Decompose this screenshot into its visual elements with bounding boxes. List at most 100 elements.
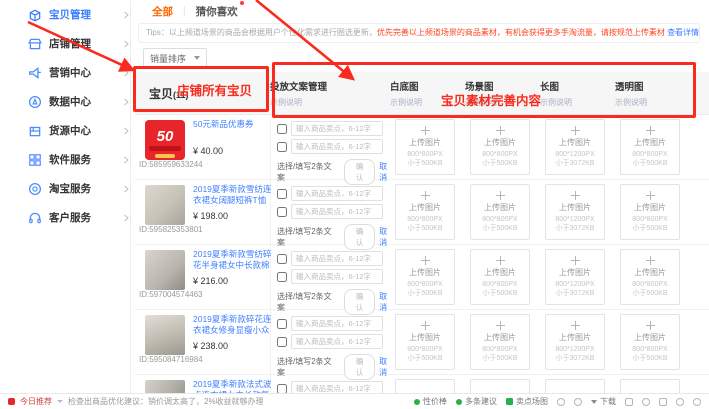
upload-long-cell[interactable]: 上传图片800*1200PX小于3072KB (545, 119, 605, 175)
upload-scene-cell[interactable]: 上传图片800*800PX小于500KB (470, 314, 530, 370)
example-link[interactable]: 示例说明 (615, 97, 647, 108)
green-dot-icon (414, 399, 420, 405)
upload-white-bg-cell[interactable]: 上传图片800*800PX小于500KB (395, 249, 455, 305)
taobao-icon (28, 182, 42, 196)
sidebar-item-data-center[interactable]: 数据中心 (28, 87, 130, 116)
product-image (145, 185, 185, 225)
panel-icon[interactable] (659, 398, 667, 406)
tips-detail-link[interactable]: 查看详情> (667, 28, 700, 37)
compass-icon (28, 95, 42, 109)
product-image (145, 250, 185, 290)
chevron-right-icon (122, 40, 130, 48)
coupon-badge: 50 (145, 120, 185, 160)
selling-point-input[interactable] (291, 204, 383, 219)
plus-icon (496, 126, 505, 135)
sidebar-item-label: 客户服务 (49, 210, 122, 225)
chevron-right-icon (122, 156, 130, 164)
upload-long-cell[interactable]: 上传图片800*1200PX小于3072KB (545, 314, 605, 370)
example-link[interactable]: 示例说明 (270, 97, 327, 108)
column-header-product: 宝贝(11) (149, 85, 189, 102)
settings-icon[interactable] (642, 398, 650, 406)
product-title-link[interactable]: 2019夏季新款碎花连衣裙女修身显瘦小众网红 (193, 314, 273, 337)
sidebar-item-customer-services[interactable]: 客户服务 (28, 203, 130, 232)
footer-promo-text: 检查出商品优化建议：销价调太高了，2%收益就够办理 (68, 396, 264, 407)
selling-point-input[interactable] (291, 121, 383, 136)
window-icon[interactable] (625, 398, 633, 406)
upload-transparent-cell[interactable]: 上传图片800*800PX小于500KB (620, 314, 680, 370)
example-link[interactable]: 示例说明 (540, 97, 572, 108)
footer-promo[interactable]: 今日推荐 检查出商品优化建议：销价调太高了，2%收益就够办理 (8, 396, 264, 407)
product-title-link[interactable]: 50元新品优惠券 (193, 119, 273, 130)
selling-point-input[interactable] (291, 334, 383, 349)
product-id: ID:597004574463 (139, 290, 203, 299)
copy-checkbox[interactable] (277, 272, 287, 282)
megaphone-icon (8, 398, 15, 405)
copy-checkbox[interactable] (277, 384, 287, 394)
notification-dot (240, 1, 244, 5)
headset-icon (28, 211, 42, 225)
sidebar-item-supply-center[interactable]: 货源中心 (28, 116, 130, 145)
upload-white-bg-cell[interactable]: 上传图片800*800PX小于500KB (395, 184, 455, 240)
column-header-white-bg-image: 白底图 示例说明 (390, 79, 422, 108)
sidebar-item-label: 营销中心 (49, 65, 122, 80)
copy-checkbox[interactable] (277, 189, 287, 199)
upload-scene-cell[interactable]: 上传图片800*800PX小于500KB (470, 119, 530, 175)
upload-scene-cell[interactable]: 上传图片800*800PX小于500KB (470, 184, 530, 240)
sidebar-item-marketing-center[interactable]: 营销中心 (28, 58, 130, 87)
copy-checkbox[interactable] (277, 254, 287, 264)
selling-point-input[interactable] (291, 139, 383, 154)
upload-white-bg-cell[interactable]: 上传图片800*800PX小于500KB (395, 119, 455, 175)
example-link[interactable]: 示例说明 (465, 97, 497, 108)
footer-item-download[interactable]: 下载 (591, 396, 616, 407)
footer-item-scene[interactable]: 卖点场图 (506, 396, 548, 407)
footer-tools: 性价棒 多条建议 卖点场图 下载 (414, 396, 701, 407)
status-icon[interactable] (693, 398, 701, 406)
table-row: 2019夏季新款雪纺连衣裙女阔腿短裤T恤中长款 ¥ 198.00 ID:5958… (135, 180, 709, 245)
refresh-icon[interactable] (676, 398, 684, 406)
copy-checkbox[interactable] (277, 207, 287, 217)
product-id: ID:585959633244 (139, 160, 203, 169)
upload-transparent-cell[interactable]: 上传图片800*800PX小于500KB (620, 249, 680, 305)
sidebar-item-shop-management[interactable]: 店铺管理 (28, 29, 130, 58)
copy-checkbox[interactable] (277, 337, 287, 347)
copy-checkbox[interactable] (277, 124, 287, 134)
upload-white-bg-cell[interactable]: 上传图片800*800PX小于500KB (395, 314, 455, 370)
footer-item-suggestions[interactable]: 多条建议 (456, 396, 497, 407)
product-title-link[interactable]: 2019夏季新款雪纺碎花半身裙女中长款棉麻白 (193, 249, 273, 272)
chevron-right-icon (122, 127, 130, 135)
table-body: 50 50元新品优惠券 ¥ 40.00 ID:585959633244 选择/填… (135, 115, 709, 409)
selling-point-input[interactable] (291, 269, 383, 284)
sort-dropdown[interactable]: 销量排序 (143, 48, 207, 68)
badge-icon[interactable] (557, 398, 565, 406)
example-link[interactable]: 示例说明 (390, 97, 422, 108)
product-title-link[interactable]: 2019夏季新款雪纺连衣裙女阔腿短裤T恤中长款 (193, 184, 273, 207)
selling-point-input[interactable] (291, 186, 383, 201)
megaphone-icon (28, 66, 42, 80)
sidebar-item-taobao-services[interactable]: 淘宝服务 (28, 174, 130, 203)
sidebar-item-software-services[interactable]: 软件服务 (28, 145, 130, 174)
plus-icon (421, 321, 430, 330)
plus-icon (646, 256, 655, 265)
footer-item-quality[interactable]: 性价棒 (414, 396, 447, 407)
top-tabs: 全部 | 猜你喜欢 (152, 4, 238, 19)
plus-icon (421, 256, 430, 265)
footer-promo-label: 今日推荐 (20, 396, 52, 407)
help-icon[interactable] (574, 398, 582, 406)
selling-point-input[interactable] (291, 251, 383, 266)
upload-transparent-cell[interactable]: 上传图片800*800PX小于500KB (620, 184, 680, 240)
copy-checkbox[interactable] (277, 142, 287, 152)
tab-all[interactable]: 全部 (152, 4, 173, 19)
sidebar-item-label: 淘宝服务 (49, 181, 122, 196)
plus-icon (496, 321, 505, 330)
selling-point-input[interactable] (291, 316, 383, 331)
tab-guess-you-like[interactable]: 猜你喜欢 (196, 4, 238, 19)
tips-banner: Tips：以上频道场景的商品会根据用户个性化需求进行圈选更新，优先完善以上频道场… (138, 23, 700, 43)
chevron-down-icon (194, 56, 200, 60)
sidebar-item-item-management[interactable]: 宝贝管理 (28, 0, 130, 29)
copy-checkbox[interactable] (277, 319, 287, 329)
upload-transparent-cell[interactable]: 上传图片800*800PX小于500KB (620, 119, 680, 175)
upload-long-cell[interactable]: 上传图片800*1200PX小于3072KB (545, 184, 605, 240)
upload-long-cell[interactable]: 上传图片800*1200PX小于3072KB (545, 249, 605, 305)
upload-scene-cell[interactable]: 上传图片800*800PX小于500KB (470, 249, 530, 305)
column-header-long-image: 长图 示例说明 (540, 79, 572, 108)
